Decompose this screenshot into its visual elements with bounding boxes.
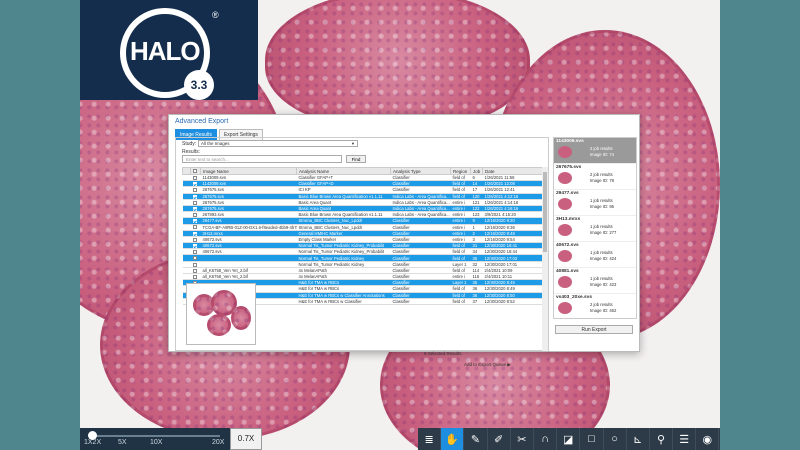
add-to-export-queue[interactable]: Add to Export Queue ▶	[464, 362, 511, 368]
hand-icon[interactable]: ✋	[441, 428, 465, 450]
pencil-icon[interactable]: ✐	[488, 428, 511, 450]
square-icon[interactable]: □	[580, 428, 604, 450]
zoom-level[interactable]: 0.7X	[230, 428, 262, 450]
row-checkbox	[192, 219, 197, 223]
column-header[interactable]: Region	[450, 167, 471, 175]
row-checkbox	[192, 206, 197, 211]
column-header[interactable]: Job	[470, 167, 483, 175]
study-label: Study:	[182, 141, 197, 147]
magnet-icon[interactable]: ∩	[534, 428, 558, 450]
queue-item[interactable]: 40881.svs 1 job results Image ID: 423	[554, 268, 636, 294]
zoom-slider[interactable]: 1X2X 5X 10X 20X	[80, 428, 230, 450]
halo-logo: HALO ® 3.3	[80, 0, 258, 100]
chevron-down-icon: ▼	[351, 141, 355, 146]
pin-icon[interactable]: ⚲	[650, 428, 674, 450]
row-checkbox	[192, 200, 197, 205]
column-header[interactable]: Date	[482, 167, 543, 175]
row-checkbox	[192, 182, 197, 186]
row-checkbox	[192, 262, 197, 267]
bucket-icon[interactable]: ◪	[557, 428, 581, 450]
column-header[interactable]	[190, 167, 201, 175]
queue-item[interactable]: 1143009.svs 2 job results Image ID: 74	[554, 138, 636, 164]
column-header[interactable]	[182, 167, 191, 175]
queue-item[interactable]: 3H13.mrxs 1 job results Image ID: 277	[554, 216, 636, 242]
row-checkbox	[192, 274, 197, 279]
row-checkbox	[192, 244, 197, 248]
row-checkbox	[192, 213, 197, 217]
row-checkbox	[192, 268, 197, 273]
layers-icon[interactable]: ≣	[418, 428, 442, 450]
advanced-export-dialog: Advanced Export Image Results Export Set…	[168, 114, 640, 367]
queue-item[interactable]: 267675.svs 2 job results Image ID: 78	[554, 164, 636, 190]
circle-icon[interactable]: ○	[604, 428, 627, 450]
column-header[interactable]: Image Name	[200, 167, 297, 175]
image-results-pane: Study: All the Images ▼ Results: Enter te…	[175, 137, 549, 367]
camera-icon[interactable]: ◉	[696, 428, 720, 450]
column-header[interactable]: Analysis Type	[390, 167, 451, 175]
ruler-icon[interactable]: ⊾	[627, 428, 650, 450]
queue-item[interactable]: vs403_20xe.svs 2 job results Image ID: 462	[554, 294, 636, 318]
queue-item[interactable]: 29477.svs 1 job results Image ID: 95	[554, 190, 636, 216]
row-checkbox	[192, 250, 197, 254]
row-checkbox	[192, 237, 197, 242]
sliders-icon[interactable]: ☰	[673, 428, 697, 450]
image-preview	[186, 283, 256, 345]
logo-version: 3.3	[184, 70, 214, 100]
selected-results-count: 9 Selected Results	[424, 351, 462, 356]
search-input[interactable]: Enter text to search...	[182, 155, 342, 163]
column-header[interactable]: Analysis Name	[296, 167, 391, 175]
row-checkbox	[192, 256, 197, 261]
tool-bar: ≣ ✋ ✎ ✐ ✂ ∩ ◪ □ ○ ⊾ ⚲ ☰ ◉	[418, 428, 720, 450]
play-icon: ▶	[507, 362, 511, 367]
find-button[interactable]: Find	[346, 155, 366, 163]
logo-name: HALO	[130, 36, 201, 66]
study-select[interactable]: All the Images ▼	[198, 140, 358, 147]
row-checkbox	[192, 225, 197, 230]
run-export-button[interactable]: Run Export	[555, 325, 633, 334]
tissue-section	[265, 0, 530, 130]
table-scrollbar[interactable]	[542, 167, 548, 351]
brush-icon[interactable]: ✎	[464, 428, 488, 450]
row-checkbox	[192, 231, 197, 236]
row-checkbox	[192, 188, 197, 193]
export-queue-list: 1143009.svs 2 job results Image ID: 74 2676…	[553, 137, 637, 319]
scissors-icon[interactable]: ✂	[511, 428, 534, 450]
dialog-title: Advanced Export	[175, 118, 229, 125]
queue-item[interactable]: 40672.svs 1 job results Image ID: 424	[554, 242, 636, 268]
row-checkbox	[192, 175, 197, 180]
row-checkbox	[192, 194, 197, 199]
